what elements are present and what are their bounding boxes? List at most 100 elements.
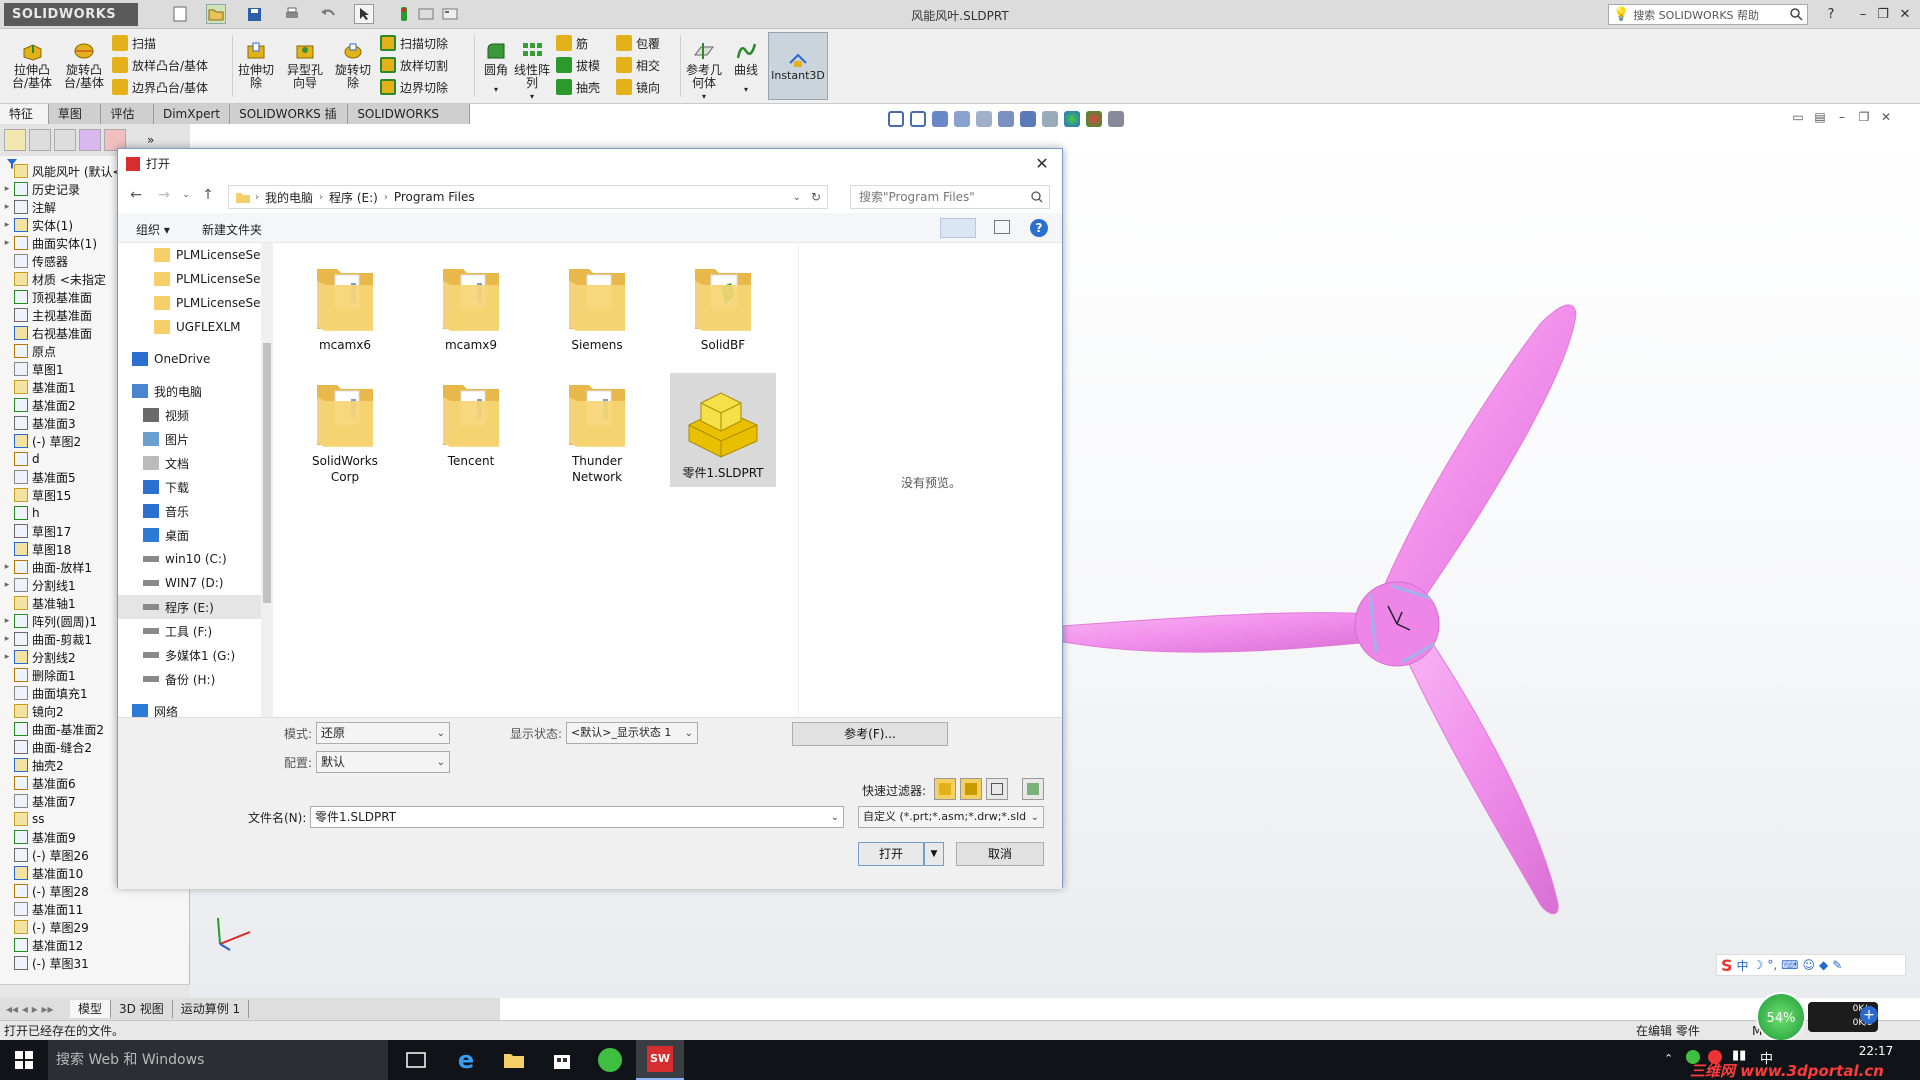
configuration-manager-tab[interactable] (54, 129, 76, 151)
meter-plus-icon[interactable]: + (1860, 1006, 1878, 1024)
references-button[interactable]: 参考(F)... (792, 722, 948, 746)
nav-item[interactable]: 下载 (118, 475, 272, 499)
preview-pane-icon[interactable] (994, 220, 1010, 234)
panel-expand-icon[interactable]: » (147, 133, 154, 147)
nav-item[interactable]: 桌面 (118, 523, 272, 547)
folder-item[interactable]: SolidWorks Corp (292, 373, 398, 487)
tree-expand-icon[interactable]: ▸ (2, 616, 12, 626)
tab-motion-study[interactable]: 运动算例 1 (173, 1000, 250, 1018)
blade-upper[interactable] (1384, 304, 1577, 605)
tree-expand-icon[interactable]: ▸ (2, 202, 12, 212)
folder-item[interactable]: Siemens (544, 257, 650, 371)
folder-item[interactable]: Tencent (418, 373, 524, 487)
tray-chevron-icon[interactable]: ⌃ (1664, 1052, 1673, 1065)
dimxpert-manager-tab[interactable] (79, 129, 101, 151)
address-bar[interactable]: › 我的电脑 › 程序 (E:) › Program Files ⌄ ↻ (228, 185, 828, 209)
filter-top-level-icon[interactable] (1022, 778, 1044, 800)
new-folder-button[interactable]: 新建文件夹 (202, 221, 262, 238)
tree-item[interactable]: 基准面12 (2, 936, 188, 954)
ref-geometry-dropdown-icon[interactable]: ▾ (702, 90, 706, 103)
sweep-cut-button[interactable]: 扫描切除 (380, 32, 472, 54)
tree-item[interactable]: 基准面11 (2, 900, 188, 918)
edit-appearance-icon[interactable] (1064, 111, 1080, 127)
open-button[interactable]: 打开 (858, 842, 924, 866)
zoom-to-area-icon[interactable] (910, 111, 926, 127)
view-settings-icon[interactable] (1108, 111, 1124, 127)
help-icon[interactable]: ? (1030, 219, 1048, 237)
mode-select[interactable]: 还原 ⌄ (316, 722, 450, 744)
file-type-select[interactable]: 自定义 (*.prt;*.asm;*.drw;*.sld ⌄ (858, 806, 1044, 828)
tree-expand-icon[interactable]: ▸ (2, 220, 12, 230)
boundary-cut-button[interactable]: 边界切除 (380, 76, 472, 98)
nav-item[interactable]: 文档 (118, 451, 272, 475)
file-explorer-icon[interactable] (490, 1040, 538, 1080)
forward-arrow-icon[interactable]: → (154, 185, 174, 205)
nav-item[interactable]: 程序 (E:) (118, 595, 272, 619)
propeller-model[interactable] (1040, 214, 1900, 994)
tree-horizontal-scrollbar[interactable] (0, 984, 190, 998)
viewport-split-icon[interactable]: ▭ (1790, 109, 1806, 125)
zoom-to-fit-icon[interactable] (888, 111, 904, 127)
windows-start-icon[interactable] (0, 1040, 48, 1080)
nav-item[interactable]: OneDrive (118, 347, 272, 371)
tab-model[interactable]: 模型 (70, 1000, 112, 1018)
tree-expand-icon[interactable]: ▸ (2, 238, 12, 248)
nav-item[interactable]: PLMLicenseSer (118, 267, 272, 291)
tab-dimxpert[interactable]: DimXpert (153, 104, 231, 124)
tree-item[interactable]: (-) 草图31 (2, 954, 188, 972)
tab-scroll-icon[interactable]: ◂◂ ◂ ▸ ▸▸ (0, 1002, 70, 1016)
taskbar-clock[interactable]: 22:17 (1836, 1042, 1916, 1060)
section-view-icon[interactable] (954, 111, 970, 127)
blade-left[interactable] (1052, 612, 1371, 653)
apply-scene-icon[interactable] (1086, 111, 1102, 127)
curves-button[interactable]: 曲线 ▾ (728, 31, 764, 103)
breadcrumb-my-computer[interactable]: 我的电脑 (259, 189, 319, 206)
wrap-button[interactable]: 包覆 (616, 32, 678, 54)
viewport-minimize-icon[interactable]: – (1834, 109, 1850, 125)
tab-addins[interactable]: SOLIDWORKS 插件 (230, 104, 349, 141)
dialog-title-bar[interactable]: 打开 (118, 149, 1062, 179)
filter-assemblies-icon[interactable] (960, 778, 982, 800)
refresh-icon[interactable]: ↻ (811, 190, 821, 204)
tree-expand-icon[interactable]: ▸ (2, 652, 12, 662)
nav-item[interactable]: 我的电脑 (118, 379, 272, 403)
filename-input[interactable]: 零件1.SLDPRT ⌄ (310, 806, 844, 828)
nav-item[interactable]: 工具 (F:) (118, 619, 272, 643)
boundary-boss-button[interactable]: 边界凸台/基体 (112, 76, 232, 98)
breadcrumb-program-files[interactable]: Program Files (388, 190, 481, 204)
nav-item[interactable]: 音乐 (118, 499, 272, 523)
sweep-button[interactable]: 扫描 (112, 32, 232, 54)
tree-expand-icon[interactable]: ▸ (2, 184, 12, 194)
solidworks-taskbar-icon[interactable]: SW (636, 1040, 684, 1080)
edge-browser-icon[interactable]: e (442, 1040, 490, 1080)
minimize-icon[interactable]: – (1852, 5, 1874, 23)
tree-expand-icon[interactable]: ▸ (2, 580, 12, 590)
folder-item[interactable]: SolidBF (670, 257, 776, 371)
close-icon[interactable]: ✕ (1894, 5, 1916, 23)
viewport-close-icon[interactable]: ✕ (1878, 109, 1894, 125)
draft-button[interactable]: 拔模 (556, 54, 616, 76)
open-options-dropdown-icon[interactable]: ▼ (924, 842, 944, 866)
tab-mbd[interactable]: SOLIDWORKS MBD (348, 104, 470, 141)
revolve-boss-button[interactable]: 旋转凸 台/基体 (60, 31, 108, 103)
tab-evaluate[interactable]: 评估 (101, 104, 154, 124)
tab-features[interactable]: 特征 (0, 104, 49, 124)
tree-expand-icon[interactable]: ▸ (2, 562, 12, 572)
nav-item[interactable]: PLMLicenseSer (118, 291, 272, 315)
folder-search-input[interactable]: 搜索"Program Files" (850, 185, 1050, 209)
dynamic-annotation-icon[interactable] (976, 111, 992, 127)
breadcrumb-drive-e[interactable]: 程序 (E:) (323, 189, 384, 206)
revolve-cut-button[interactable]: 旋转切 除 (332, 31, 374, 103)
previous-view-icon[interactable] (932, 111, 948, 127)
nav-item[interactable]: PLMLicenseSer (118, 243, 272, 267)
nav-item[interactable]: 视频 (118, 403, 272, 427)
fillet-dropdown-icon[interactable]: ▾ (494, 83, 498, 96)
blade-lower[interactable] (1399, 631, 1559, 915)
fillet-button[interactable]: 圆角 ▾ (478, 31, 514, 103)
nav-item[interactable]: 网络 (118, 699, 272, 717)
nav-item[interactable]: win10 (C:) (118, 547, 272, 571)
config-select[interactable]: 默认 ⌄ (316, 751, 450, 773)
pattern-dropdown-icon[interactable]: ▾ (530, 90, 534, 103)
tree-item[interactable]: (-) 草图29 (2, 918, 188, 936)
address-dropdown-icon[interactable]: ⌄ (793, 192, 801, 203)
